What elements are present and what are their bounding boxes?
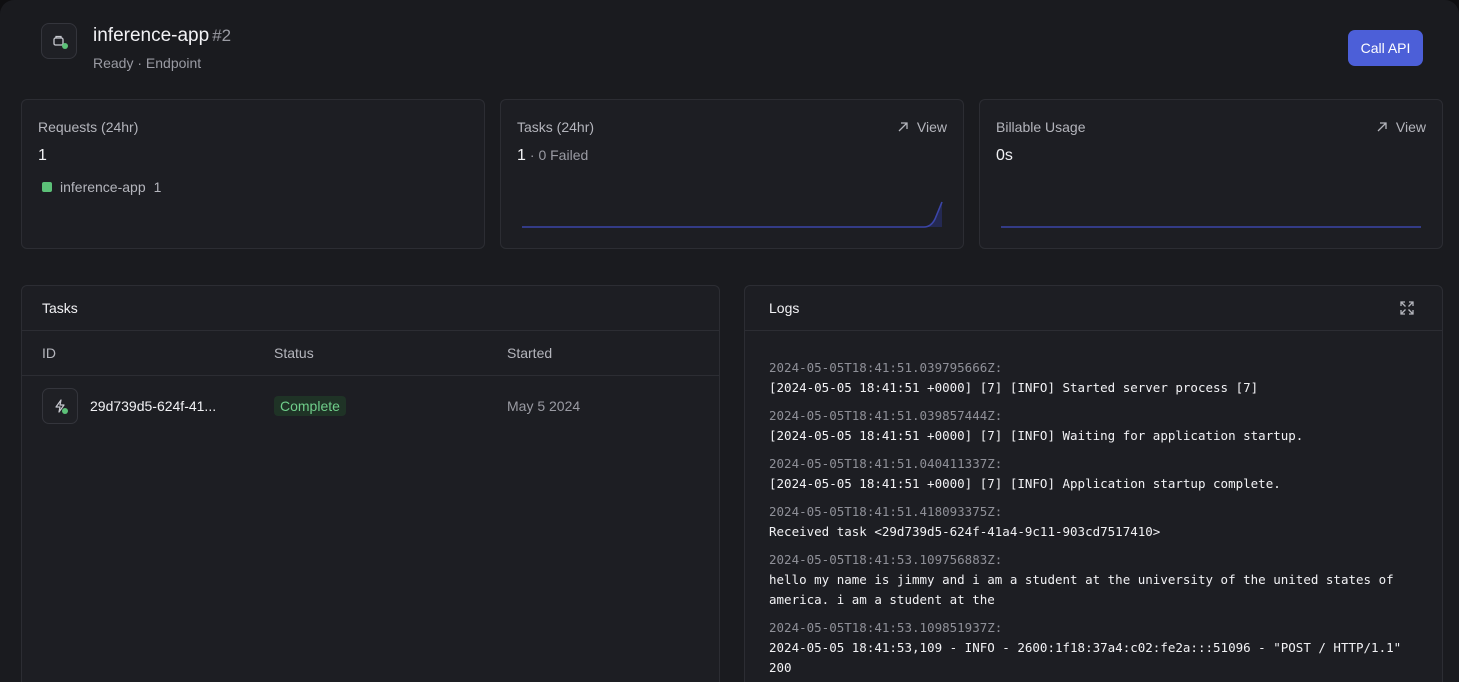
billing-label: Billable Usage	[996, 119, 1086, 135]
billing-card: Billable Usage View 0s	[979, 99, 1443, 249]
call-api-button[interactable]: Call API	[1348, 30, 1423, 66]
billing-view-link[interactable]: View	[1376, 119, 1426, 135]
tasks-sparkline	[522, 201, 943, 228]
status-badge: Complete	[274, 396, 346, 416]
log-message: [2024-05-05 18:41:51 +0000] [7] [INFO] W…	[769, 428, 1304, 443]
log-timestamp: 2024-05-05T18:41:51.418093375Z:	[769, 504, 1003, 519]
requests-legend: inference-app 1	[42, 179, 161, 195]
log-message: 2024-05-05 18:41:53,109 - INFO - 2600:1f…	[769, 640, 1409, 675]
arrow-up-right-icon	[1377, 122, 1387, 132]
task-icon-box	[42, 388, 78, 424]
divider	[22, 330, 719, 331]
log-entry: 2024-05-05T18:41:53.109851937Z: 2024-05-…	[769, 618, 1419, 678]
requests-card: Requests (24hr) 1 inference-app 1	[21, 99, 485, 249]
log-message: [2024-05-05 18:41:51 +0000] [7] [INFO] S…	[769, 380, 1259, 395]
log-list: 2024-05-05T18:41:51.039795666Z: [2024-05…	[769, 358, 1419, 682]
logs-panel-title: Logs	[769, 300, 800, 316]
log-timestamp: 2024-05-05T18:41:51.039795666Z:	[769, 360, 1003, 375]
column-header-id[interactable]: ID	[42, 345, 56, 361]
legend-count: 1	[153, 179, 162, 195]
status-dot	[62, 408, 68, 414]
page-header: inference-app #2 Ready · Endpoint Call AP…	[0, 0, 1459, 90]
arrow-up-right-icon	[898, 122, 908, 132]
billing-value: 0s	[996, 147, 1013, 164]
log-timestamp: 2024-05-05T18:41:53.109851937Z:	[769, 620, 1003, 635]
log-timestamp: 2024-05-05T18:41:51.040411337Z:	[769, 456, 1003, 471]
task-started: May 5 2024	[507, 398, 581, 414]
tasks-panel-title: Tasks	[42, 300, 78, 316]
page-title: inference-app #2	[93, 25, 231, 47]
app-name: inference-app	[93, 25, 210, 46]
logs-panel: Logs 2024-05-05T18:41:51.039795666Z: [20…	[744, 285, 1443, 682]
table-row[interactable]: 29d739d5-624f-41... Complete May 5 2024	[22, 376, 719, 436]
log-entry: 2024-05-05T18:41:51.039795666Z: [2024-05…	[769, 358, 1419, 398]
log-entry: 2024-05-05T18:41:51.039857444Z: [2024-05…	[769, 406, 1419, 446]
status-dot	[62, 43, 68, 49]
tasks-view-label: View	[916, 119, 947, 135]
tasks-failed: · 0 Failed	[529, 147, 589, 163]
tasks-view-link[interactable]: View	[897, 119, 947, 135]
tasks-card: Tasks (24hr) View 1 · 0 Failed	[500, 99, 964, 249]
log-message: [2024-05-05 18:41:51 +0000] [7] [INFO] A…	[769, 476, 1281, 491]
tasks-value: 1	[517, 147, 526, 164]
log-message: hello my name is jimmy and i am a studen…	[769, 572, 1402, 607]
column-header-started[interactable]: Started	[507, 345, 552, 361]
app-number: #2	[212, 26, 232, 45]
app-window: inference-app #2 Ready · Endpoint Call AP…	[0, 0, 1459, 682]
column-header-status[interactable]: Status	[274, 345, 314, 361]
expand-icon[interactable]	[1400, 301, 1414, 315]
task-id: 29d739d5-624f-41...	[90, 398, 217, 414]
legend-swatch	[42, 182, 52, 192]
app-icon-box	[41, 23, 77, 59]
log-entry: 2024-05-05T18:41:51.040411337Z: [2024-05…	[769, 454, 1419, 494]
log-entry: 2024-05-05T18:41:53.109756883Z: hello my…	[769, 550, 1419, 610]
divider	[745, 330, 1442, 331]
tasks-label: Tasks (24hr)	[517, 119, 595, 135]
requests-label: Requests (24hr)	[38, 119, 139, 135]
tasks-value-row: 1 · 0 Failed	[517, 147, 588, 165]
requests-value: 1	[38, 147, 47, 164]
legend-name: inference-app	[60, 179, 146, 195]
billing-sparkline	[1001, 226, 1421, 228]
log-entry: 2024-05-05T18:41:51.418093375Z: Received…	[769, 502, 1419, 542]
app-subtitle: Ready · Endpoint	[93, 55, 202, 71]
tasks-panel: Tasks ID Status Started 29d739d5-624f-41…	[21, 285, 720, 682]
log-timestamp: 2024-05-05T18:41:53.109756883Z:	[769, 552, 1003, 567]
billing-view-label: View	[1395, 119, 1426, 135]
log-timestamp: 2024-05-05T18:41:51.039857444Z:	[769, 408, 1003, 423]
log-message: Received task <29d739d5-624f-41a4-9c11-9…	[769, 524, 1161, 539]
